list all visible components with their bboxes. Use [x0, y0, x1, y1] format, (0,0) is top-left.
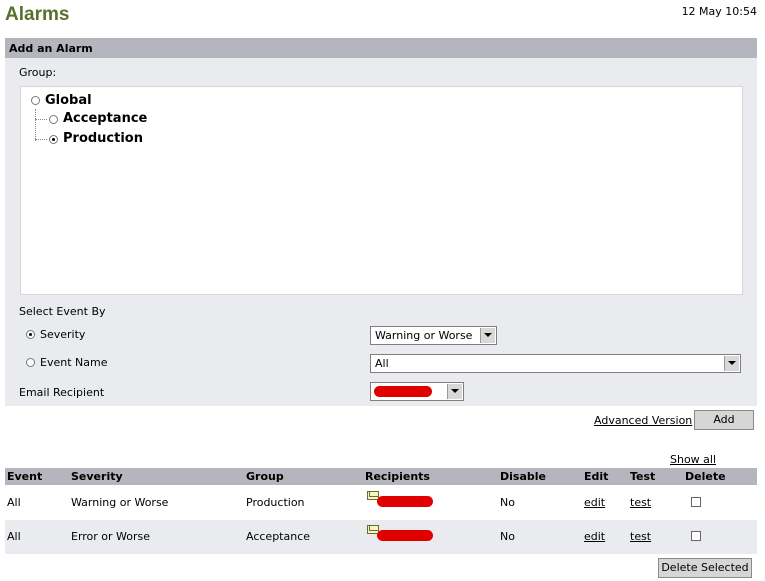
redacted-recipient [377, 496, 433, 507]
add-alarm-header-label: Add an Alarm [9, 42, 93, 55]
chevron-down-icon[interactable] [447, 384, 462, 399]
datetime: 12 May 10:54 [681, 5, 757, 18]
delete-selected-button[interactable]: Delete Selected [658, 558, 752, 578]
add-button[interactable]: Add [694, 410, 754, 430]
tree-connector [35, 109, 36, 141]
col-disable: Disable [500, 470, 546, 483]
add-alarm-header: Add an Alarm [5, 38, 757, 58]
email-recipient-select[interactable] [370, 382, 464, 401]
col-group: Group [246, 470, 284, 483]
severity-select[interactable]: Warning or Worse [370, 326, 497, 345]
table-row: All Error or Worse Acceptance No edit te… [5, 520, 757, 554]
chevron-down-icon[interactable] [724, 356, 739, 371]
select-event-by-label: Select Event By [19, 305, 106, 318]
group-label: Group: [19, 66, 57, 79]
chevron-down-icon[interactable] [480, 328, 495, 343]
tree-connector [35, 139, 47, 140]
tree-connector [35, 119, 47, 120]
cell-group: Acceptance [246, 530, 311, 543]
group-radio-acceptance[interactable] [49, 115, 58, 124]
col-event: Event [7, 470, 43, 483]
alarms-table-header: Event Severity Group Recipients Disable … [5, 468, 757, 485]
cell-severity: Error or Worse [71, 530, 151, 543]
event-name-select[interactable]: All [370, 354, 741, 373]
severity-radio[interactable] [26, 330, 35, 339]
col-edit: Edit [584, 470, 609, 483]
edit-link[interactable]: edit [584, 530, 605, 543]
redacted-recipient [377, 530, 433, 541]
group-acceptance-label[interactable]: Acceptance [63, 111, 147, 126]
group-global-label[interactable]: Global [45, 93, 92, 108]
event-name-select-value: All [375, 357, 389, 370]
col-severity: Severity [71, 470, 123, 483]
email-recipient-label: Email Recipient [19, 386, 105, 399]
table-row: All Warning or Worse Production No edit … [5, 486, 757, 520]
cell-group: Production [246, 496, 305, 509]
cell-event: All [7, 530, 21, 543]
test-link[interactable]: test [630, 530, 651, 543]
test-link[interactable]: test [630, 496, 651, 509]
group-tree: Global Acceptance Production [20, 86, 743, 295]
col-recipients: Recipients [365, 470, 430, 483]
group-radio-global[interactable] [31, 96, 40, 105]
cell-severity: Warning or Worse [71, 496, 169, 509]
event-name-radio[interactable] [26, 358, 35, 367]
cell-disable: No [500, 530, 515, 543]
advanced-version-link[interactable]: Advanced Version [594, 414, 692, 427]
group-production-label[interactable]: Production [63, 131, 143, 146]
page-title: Alarms [5, 4, 70, 25]
group-radio-production[interactable] [49, 135, 58, 144]
cell-disable: No [500, 496, 515, 509]
delete-checkbox[interactable] [691, 531, 701, 541]
col-delete: Delete [685, 470, 726, 483]
cell-event: All [7, 496, 21, 509]
delete-checkbox[interactable] [691, 497, 701, 507]
col-test: Test [630, 470, 656, 483]
event-name-label: Event Name [40, 356, 108, 369]
severity-label: Severity [40, 328, 86, 341]
redacted-recipient [374, 386, 432, 397]
edit-link[interactable]: edit [584, 496, 605, 509]
severity-select-value: Warning or Worse [375, 329, 473, 342]
